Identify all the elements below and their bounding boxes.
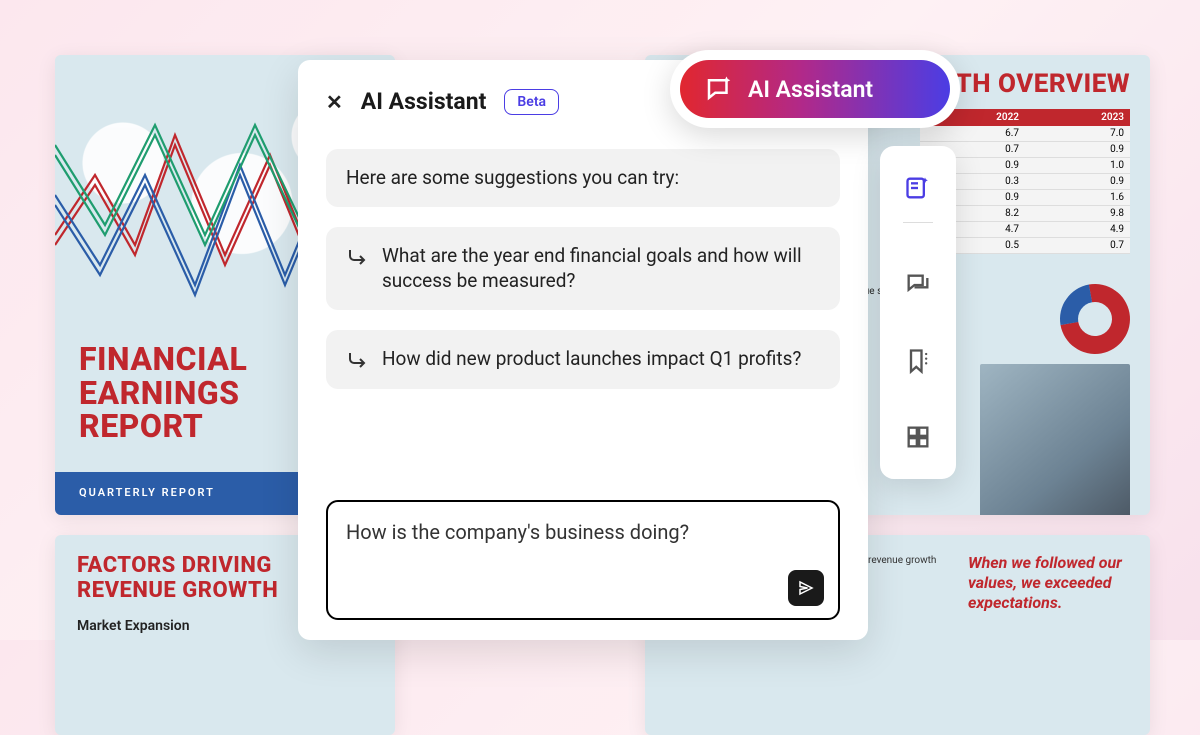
suggestion-bubble[interactable]: How did new product launches impact Q1 p… (326, 330, 840, 389)
ai-assistant-panel: ✕ AI Assistant Beta Here are some sugges… (298, 60, 868, 640)
tool-apps-button[interactable] (898, 417, 938, 457)
send-icon (797, 579, 815, 597)
suggestion-bubble[interactable]: What are the year end financial goals an… (326, 227, 840, 310)
quote-text: When we followed our values, we exceeded… (968, 553, 1128, 717)
send-button[interactable] (788, 570, 824, 606)
ai-assistant-launch-button[interactable]: AI Assistant (670, 50, 960, 128)
overview-photo (980, 364, 1130, 515)
chat-icon (904, 271, 932, 299)
tool-chat-button[interactable] (898, 265, 938, 305)
bookmark-icon (904, 347, 932, 375)
tool-bookmark-button[interactable] (898, 341, 938, 381)
summary-sparkle-icon (904, 174, 932, 202)
chat-sparkle-icon (704, 74, 734, 104)
donut-chart-icon (1046, 270, 1143, 367)
tool-summary-button[interactable] (898, 168, 938, 208)
ai-pill-label: AI Assistant (748, 76, 873, 103)
toolbar-divider (903, 222, 933, 223)
apps-grid-icon (904, 423, 932, 451)
suggestion-text: How did new product launches impact Q1 p… (382, 346, 801, 372)
side-toolbar (880, 146, 956, 479)
reply-arrow-icon (346, 246, 370, 270)
close-icon[interactable]: ✕ (326, 90, 343, 114)
intro-bubble: Here are some suggestions you can try: (326, 149, 840, 207)
question-input[interactable]: How is the company's business doing? (326, 500, 840, 620)
suggestion-text: What are the year end financial goals an… (382, 243, 820, 294)
beta-badge: Beta (504, 89, 559, 115)
question-input-text: How is the company's business doing? (346, 520, 820, 544)
panel-title: AI Assistant (361, 88, 487, 115)
reply-arrow-icon (346, 349, 370, 373)
